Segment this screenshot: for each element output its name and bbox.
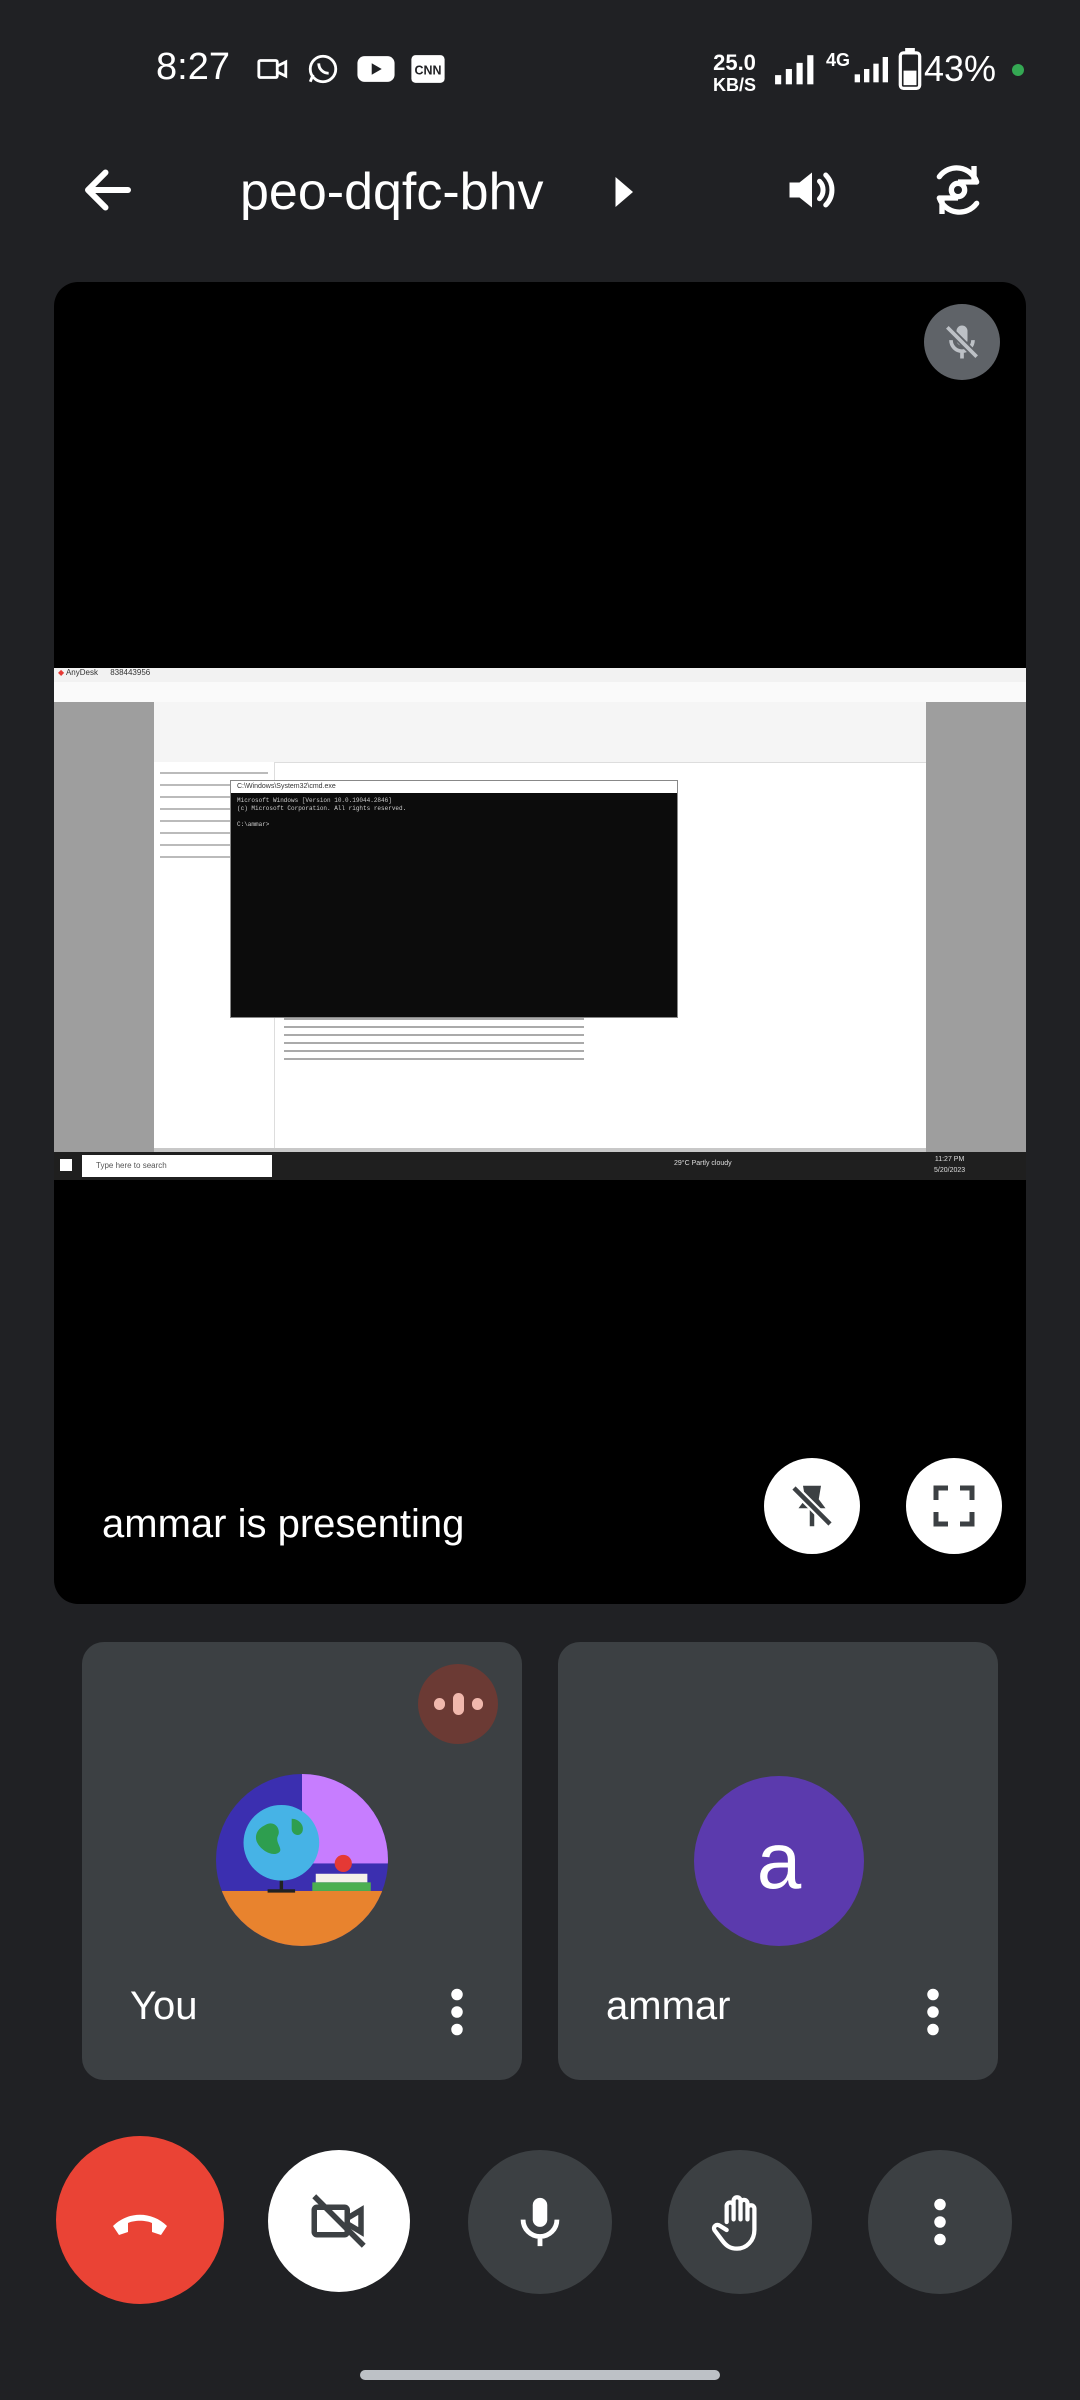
more-vert-icon[interactable] bbox=[908, 1982, 958, 2042]
anydesk-id: 838443956 bbox=[110, 668, 151, 677]
more-vert-icon bbox=[934, 2198, 946, 2246]
explorer-ribbon bbox=[154, 702, 926, 763]
signal-icon bbox=[854, 57, 888, 83]
end-call-button[interactable] bbox=[56, 2136, 224, 2304]
taskbar-clock: 11:27 PM 5/20/2023 bbox=[934, 1156, 966, 1174]
remote-desktop-left bbox=[54, 702, 154, 1152]
back-arrow-icon[interactable] bbox=[78, 160, 138, 220]
camera-off-icon bbox=[311, 2194, 366, 2248]
home-indicator[interactable] bbox=[360, 2370, 720, 2380]
cmd-window: C:\Windows\System32\cmd.exe Microsoft Wi… bbox=[230, 780, 678, 1018]
whatsapp-icon bbox=[308, 54, 338, 84]
cmd-titlebar: C:\Windows\System32\cmd.exe bbox=[231, 781, 677, 793]
status-time: 8:27 bbox=[156, 46, 230, 88]
youtube-icon bbox=[357, 56, 395, 82]
shared-screen[interactable]: ◆ AnyDesk 838443956 C:\Windows\System32\… bbox=[54, 668, 1026, 1198]
switch-camera-icon[interactable] bbox=[926, 158, 990, 222]
participant-name: ammar bbox=[606, 1984, 731, 2028]
network-type: 4G bbox=[826, 50, 851, 70]
participant-name: You bbox=[130, 1984, 198, 2028]
meeting-code[interactable]: peo-dqfc-bhv bbox=[240, 160, 544, 224]
mic-toggle-button[interactable] bbox=[468, 2150, 612, 2294]
fullscreen-button[interactable] bbox=[906, 1458, 1002, 1554]
cmd-prompt: C:\ammar> bbox=[237, 821, 270, 828]
mic-off-badge bbox=[924, 304, 1000, 380]
taskbar-weather: 29°C Partly cloudy bbox=[674, 1160, 732, 1167]
mic-off-icon bbox=[944, 324, 980, 360]
net-speed: 25.0 KB/S bbox=[713, 50, 757, 96]
participant-tile-ammar[interactable]: a ammar bbox=[558, 1642, 998, 2080]
remote-desktop-right bbox=[926, 702, 1026, 1152]
more-vert-icon[interactable] bbox=[432, 1982, 482, 2042]
shared-screen-bottom bbox=[54, 1180, 1026, 1198]
chevron-right-icon[interactable] bbox=[608, 172, 638, 212]
presentation-tile[interactable]: ◆ AnyDesk 838443956 C:\Windows\System32\… bbox=[54, 282, 1026, 1604]
speaking-indicator bbox=[418, 1664, 498, 1744]
cnn-icon: CNN bbox=[411, 55, 445, 83]
cmd-line: (c) Microsoft Corporation. All rights re… bbox=[237, 805, 407, 812]
cmd-line: Microsoft Windows [Version 10.0.19044.28… bbox=[237, 797, 392, 804]
globe-books-illustration-icon bbox=[216, 1774, 388, 1946]
more-options-button[interactable] bbox=[868, 2150, 1012, 2294]
end-call-icon bbox=[113, 2214, 167, 2235]
status-bar: 8:27 CNN 25.0 KB/S 4G 43% bbox=[0, 0, 1080, 110]
raise-hand-button[interactable] bbox=[668, 2150, 812, 2294]
mic-icon bbox=[520, 2197, 560, 2247]
presenting-label: ammar is presenting bbox=[102, 1502, 465, 1546]
taskbar-search: Type here to search bbox=[82, 1155, 272, 1177]
explorer-file-list bbox=[284, 1012, 584, 1112]
signal-icon bbox=[775, 55, 814, 85]
battery-icon bbox=[898, 48, 922, 90]
video-camera-icon bbox=[257, 59, 288, 79]
camera-toggle-button[interactable] bbox=[268, 2150, 410, 2292]
raise-hand-icon bbox=[711, 2195, 757, 2251]
battery-percent: 43% bbox=[924, 48, 997, 89]
speaker-icon[interactable] bbox=[782, 160, 842, 220]
windows-taskbar: Type here to search 29°C Partly cloudy 1… bbox=[54, 1152, 1026, 1180]
avatar: a bbox=[694, 1776, 864, 1946]
privacy-dot bbox=[1012, 64, 1024, 76]
participant-tile-you[interactable]: You bbox=[82, 1642, 522, 2080]
anydesk-titlebar: ◆ AnyDesk 838443956 bbox=[54, 668, 1026, 682]
anydesk-title: AnyDesk bbox=[65, 668, 98, 677]
windows-start-icon bbox=[60, 1159, 72, 1171]
avatar bbox=[216, 1774, 388, 1946]
unpin-button[interactable] bbox=[764, 1458, 860, 1554]
fullscreen-icon bbox=[933, 1485, 975, 1527]
unpin-icon bbox=[790, 1484, 834, 1528]
svg-text:CNN: CNN bbox=[415, 64, 442, 78]
anydesk-toolbar bbox=[54, 682, 1026, 703]
